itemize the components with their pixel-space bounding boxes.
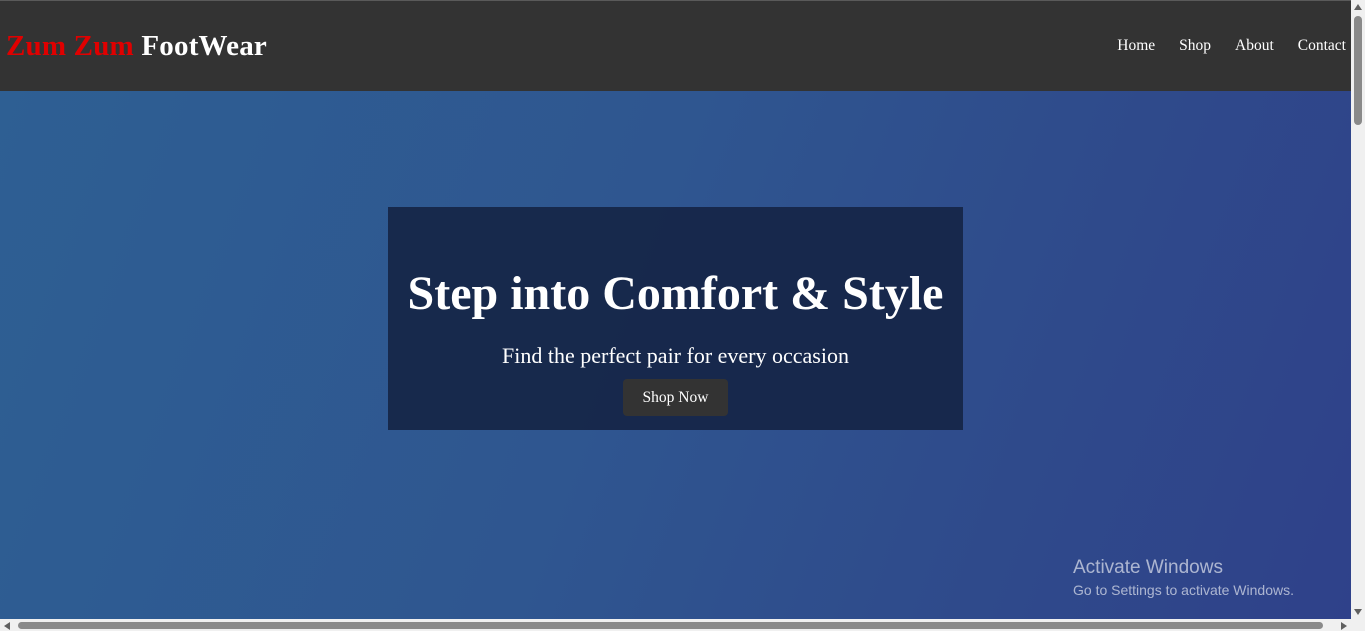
brand-name-part2: FootWear xyxy=(141,29,267,62)
nav-menu: Home Shop About Contact xyxy=(1117,37,1346,55)
horizontal-scroll-thumb[interactable] xyxy=(18,622,1323,629)
hero-content-box: Step into Comfort & Style Find the perfe… xyxy=(388,207,963,430)
scrollbar-corner xyxy=(1351,619,1365,631)
hero-section: Step into Comfort & Style Find the perfe… xyxy=(0,91,1351,619)
activate-windows-watermark: Activate Windows Go to Settings to activ… xyxy=(1073,557,1294,600)
scroll-right-arrow-icon[interactable] xyxy=(1341,622,1347,630)
nav-link-home[interactable]: Home xyxy=(1117,37,1155,54)
scroll-down-arrow-icon[interactable] xyxy=(1354,609,1362,615)
watermark-subtitle: Go to Settings to activate Windows. xyxy=(1073,582,1294,598)
nav-item-shop: Shop xyxy=(1179,37,1211,55)
shop-now-button[interactable]: Shop Now xyxy=(622,379,729,416)
nav-link-contact[interactable]: Contact xyxy=(1298,37,1346,54)
brand-name-part1: Zum Zum xyxy=(6,29,134,62)
nav-item-about: About xyxy=(1235,37,1274,55)
nav-item-home: Home xyxy=(1117,37,1155,55)
hero-subtitle: Find the perfect pair for every occasion xyxy=(502,343,849,368)
scroll-up-arrow-icon[interactable] xyxy=(1354,4,1362,10)
horizontal-scrollbar[interactable] xyxy=(0,619,1351,631)
brand-logo[interactable]: Zum Zum FootWear xyxy=(6,30,267,63)
nav-item-contact: Contact xyxy=(1298,37,1346,55)
browser-viewport: Zum Zum FootWear Home Shop About Contact… xyxy=(0,0,1351,619)
watermark-title: Activate Windows xyxy=(1073,557,1223,578)
navbar: Zum Zum FootWear Home Shop About Contact xyxy=(0,1,1351,91)
scroll-left-arrow-icon[interactable] xyxy=(4,622,10,630)
nav-link-about[interactable]: About xyxy=(1235,37,1274,54)
nav-link-shop[interactable]: Shop xyxy=(1179,37,1211,54)
hero-title: Step into Comfort & Style xyxy=(407,267,944,320)
vertical-scroll-thumb[interactable] xyxy=(1354,16,1362,125)
vertical-scrollbar[interactable] xyxy=(1351,0,1365,619)
